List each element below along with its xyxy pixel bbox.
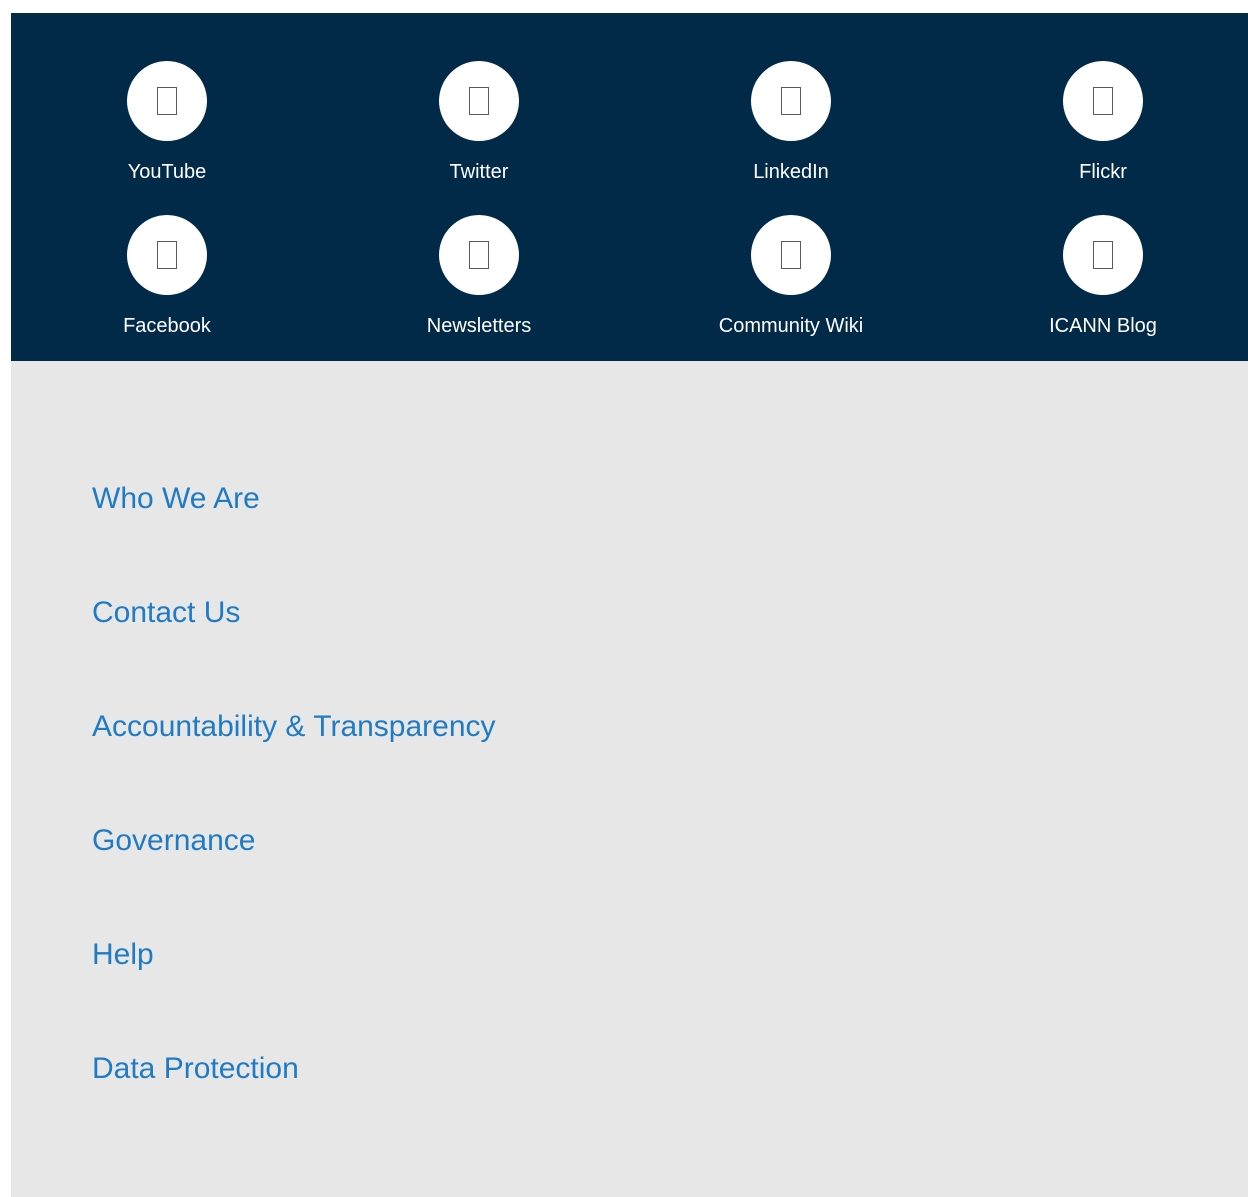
list-item: Accountability & Transparency <box>92 709 496 823</box>
social-label: ICANN Blog <box>1049 315 1157 337</box>
youtube-icon <box>127 61 207 141</box>
page: YouTube Twitter LinkedIn Flickr Facebook… <box>11 13 1248 1197</box>
list-item: Data Protection <box>92 1051 496 1165</box>
footer-link-governance[interactable]: Governance <box>92 823 255 859</box>
list-item: Who We Are <box>92 481 496 595</box>
social-link-icann-blog[interactable]: ICANN Blog <box>947 215 1248 369</box>
social-label: LinkedIn <box>753 161 829 183</box>
social-links-grid: YouTube Twitter LinkedIn Flickr Facebook… <box>11 61 1248 369</box>
social-label: Newsletters <box>426 315 532 337</box>
social-label: Community Wiki <box>718 315 864 337</box>
blog-icon <box>1063 215 1143 295</box>
social-label: Flickr <box>1079 161 1127 183</box>
social-link-flickr[interactable]: Flickr <box>947 61 1248 215</box>
social-link-twitter[interactable]: Twitter <box>323 61 635 215</box>
facebook-icon <box>127 215 207 295</box>
footer-link-list: Who We Are Contact Us Accountability & T… <box>92 481 496 1165</box>
list-item: Contact Us <box>92 595 496 709</box>
social-link-community-wiki[interactable]: Community Wiki <box>635 215 947 369</box>
footer-link-who-we-are[interactable]: Who We Are <box>92 481 260 517</box>
social-link-linkedin[interactable]: LinkedIn <box>635 61 947 215</box>
list-item: Governance <box>92 823 496 937</box>
social-label: Twitter <box>449 161 509 183</box>
social-links-section: YouTube Twitter LinkedIn Flickr Facebook… <box>11 13 1248 361</box>
footer-link-data-protection[interactable]: Data Protection <box>92 1051 299 1087</box>
twitter-icon <box>439 61 519 141</box>
social-label: YouTube <box>127 161 207 183</box>
newsletter-icon <box>439 215 519 295</box>
linkedin-icon <box>751 61 831 141</box>
footer-link-contact-us[interactable]: Contact Us <box>92 595 240 631</box>
footer-links-section: Who We Are Contact Us Accountability & T… <box>11 361 1248 1197</box>
list-item: Help <box>92 937 496 1051</box>
footer-link-accountability-transparency[interactable]: Accountability & Transparency <box>92 709 496 745</box>
social-link-newsletters[interactable]: Newsletters <box>323 215 635 369</box>
social-link-facebook[interactable]: Facebook <box>11 215 323 369</box>
social-link-youtube[interactable]: YouTube <box>11 61 323 215</box>
wiki-icon <box>751 215 831 295</box>
footer-link-help[interactable]: Help <box>92 937 154 973</box>
flickr-icon <box>1063 61 1143 141</box>
social-label: Facebook <box>123 315 211 337</box>
